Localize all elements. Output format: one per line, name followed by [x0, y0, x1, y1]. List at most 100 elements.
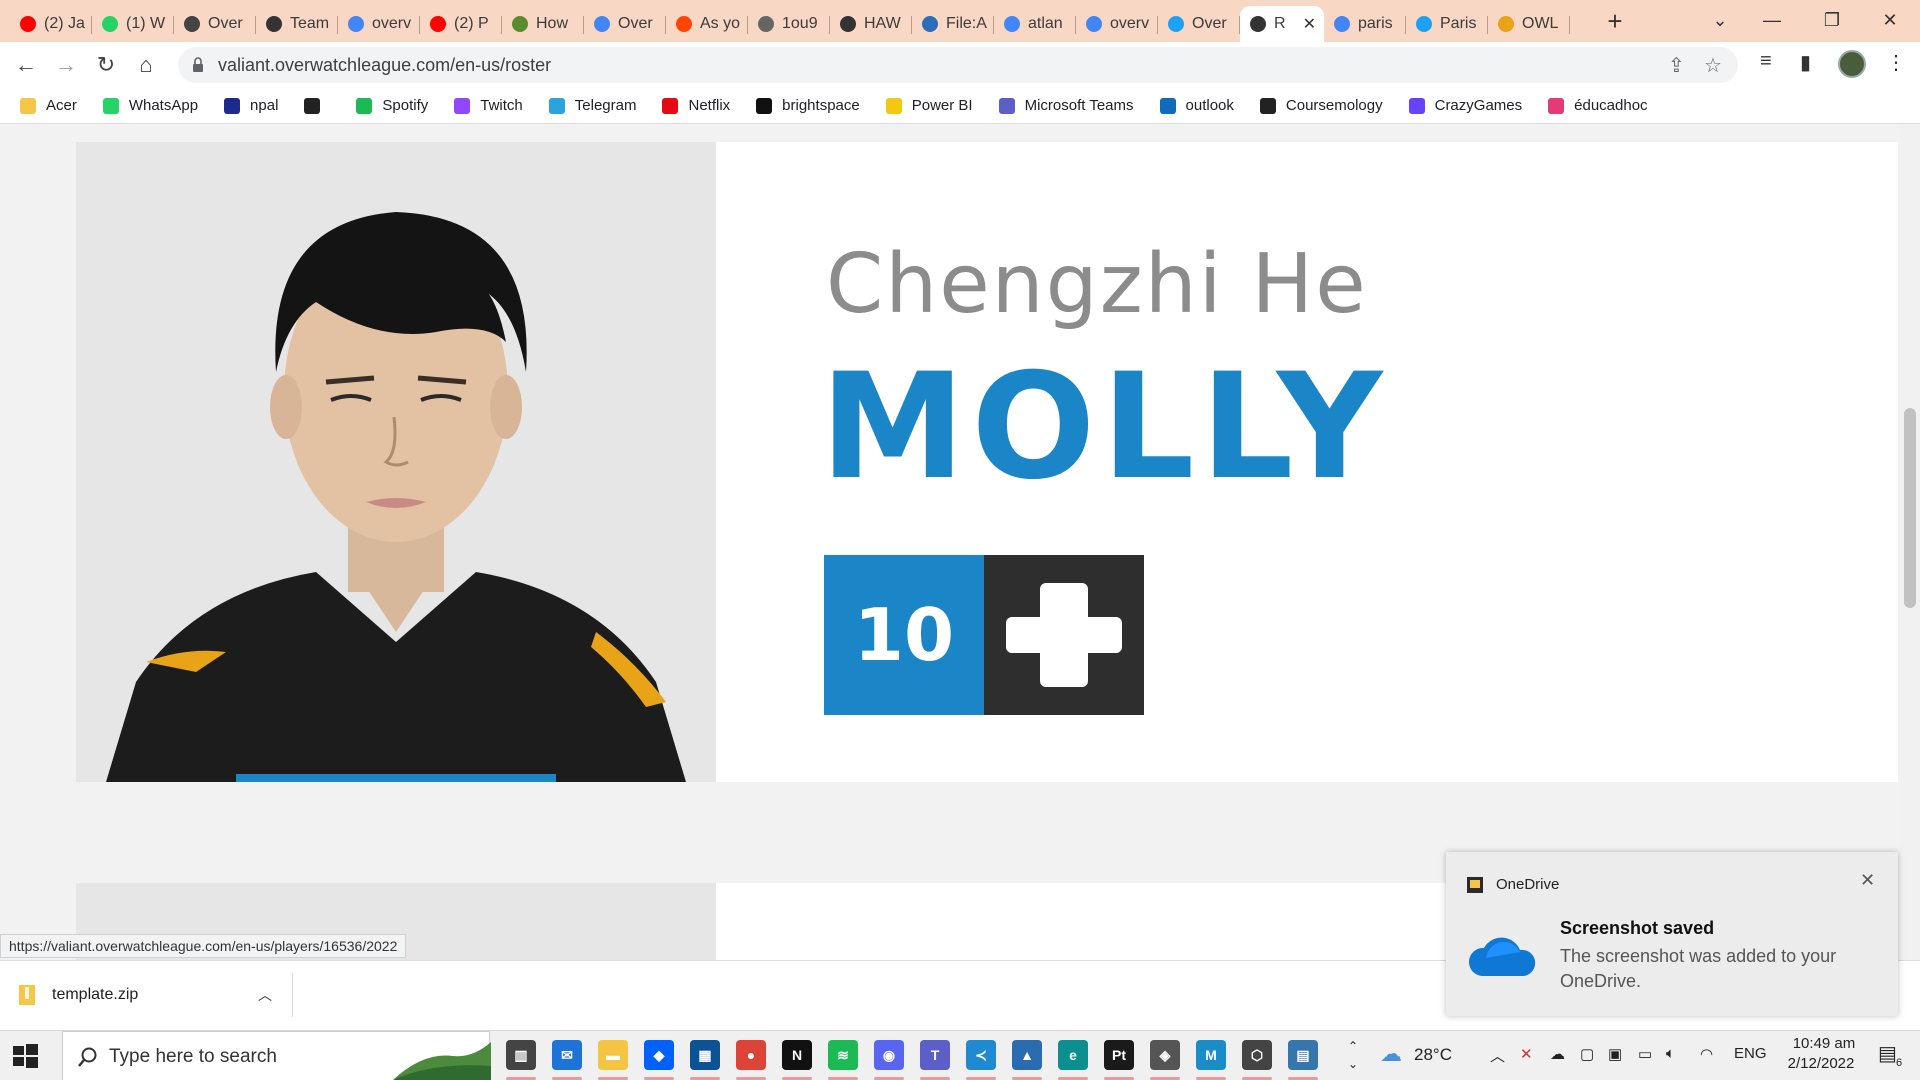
volume-icon[interactable]: 🔈︎: [1666, 1045, 1675, 1062]
address-bar[interactable]: valiant.overwatchleague.com/en-us/roster…: [178, 47, 1738, 83]
close-window-button[interactable]: ✕: [1870, 4, 1910, 36]
player-card[interactable]: Chengzhi He MOLLY 10: [76, 142, 1898, 782]
close-tab-icon[interactable]: ✕: [1303, 14, 1316, 34]
onedrive-notification[interactable]: OneDrive ✕ Screenshot saved The screensh…: [1446, 852, 1898, 1016]
home-button[interactable]: ⌂: [130, 49, 162, 81]
bookmark-item[interactable]: outlook: [1159, 97, 1234, 114]
page-scrollbar[interactable]: [1900, 124, 1920, 960]
bookmark-item[interactable]: [304, 97, 330, 114]
media-control-icon[interactable]: ≡: [1760, 50, 1772, 73]
windows-start-button[interactable]: [10, 1041, 50, 1071]
show-hidden-icons-icon[interactable]: ︿: [1490, 1045, 1505, 1066]
m-app-icon[interactable]: M: [1196, 1040, 1226, 1070]
browser-tab[interactable]: Over: [584, 9, 666, 39]
download-filename[interactable]: template.zip: [52, 986, 138, 1004]
bookmark-item[interactable]: Power BI: [885, 97, 973, 114]
browser-tab[interactable]: (1) W: [92, 9, 174, 39]
side-panel-icon[interactable]: ▮: [1800, 50, 1811, 75]
browser-tab[interactable]: (2) P: [420, 9, 502, 39]
bookmark-item[interactable]: CrazyGames: [1408, 97, 1522, 114]
close-icon[interactable]: ✕: [1860, 870, 1875, 891]
chevron-up-icon[interactable]: ︿: [258, 985, 272, 1005]
mail-icon[interactable]: ✉: [552, 1040, 582, 1070]
bookmark-item[interactable]: Telegram: [548, 97, 636, 114]
new-tab-button[interactable]: +: [1600, 6, 1630, 36]
temperature-text[interactable]: 28°C: [1414, 1045, 1452, 1065]
onedrive-tray-icon[interactable]: ☁: [1550, 1045, 1565, 1063]
bookmark-item[interactable]: brightspace: [756, 97, 860, 114]
clock-date[interactable]: 2/12/2022: [1776, 1055, 1866, 1072]
clock-time[interactable]: 10:49 am: [1784, 1035, 1864, 1052]
browser-tab[interactable]: atlan: [994, 9, 1076, 39]
back-button[interactable]: ←: [10, 49, 42, 81]
unity-hub-icon[interactable]: ⬡: [1242, 1040, 1272, 1070]
browser-tab[interactable]: HAW: [830, 9, 912, 39]
unity-icon[interactable]: ◈: [1150, 1040, 1180, 1070]
forward-button[interactable]: →: [50, 49, 82, 81]
python-icon[interactable]: ▤: [1288, 1040, 1318, 1070]
bookmark-item[interactable]: npal: [224, 97, 278, 114]
task-view-icon[interactable]: ▥: [506, 1040, 536, 1070]
browser-tab[interactable]: Over: [1158, 9, 1240, 39]
browser-tab[interactable]: paris: [1324, 9, 1406, 39]
bookmark-item[interactable]: WhatsApp: [102, 97, 198, 114]
bookmark-item[interactable]: Acer: [20, 97, 77, 114]
vscode-icon[interactable]: ≺: [966, 1040, 996, 1070]
store-icon[interactable]: ▦: [690, 1040, 720, 1070]
bookmark-item[interactable]: Coursemology: [1259, 97, 1383, 114]
edge-icon[interactable]: e: [1058, 1040, 1088, 1070]
bookmark-item[interactable]: éducadhoc: [1548, 97, 1648, 114]
spotify-icon[interactable]: ≋: [828, 1040, 858, 1070]
chrome-icon[interactable]: ●: [736, 1040, 766, 1070]
file-explorer-icon[interactable]: ▬: [598, 1040, 628, 1070]
taskbar-search-box[interactable]: Type here to search: [62, 1031, 491, 1080]
browser-tab[interactable]: File:A: [912, 9, 994, 39]
netflix-icon[interactable]: N: [782, 1040, 812, 1070]
browser-tab[interactable]: overv: [338, 9, 420, 39]
menu-icon[interactable]: ⋮: [1886, 50, 1906, 75]
meet-now-icon[interactable]: ▣: [1608, 1045, 1622, 1063]
bookmark-item[interactable]: Spotify: [356, 97, 428, 114]
dropbox-icon[interactable]: ◆: [644, 1040, 674, 1070]
restore-button[interactable]: ❐: [1812, 4, 1852, 36]
photos-icon[interactable]: ▲: [1012, 1040, 1042, 1070]
profile-avatar[interactable]: [1838, 50, 1866, 78]
teams-icon[interactable]: T: [920, 1040, 950, 1070]
bookmark-item[interactable]: Twitch: [454, 97, 523, 114]
scrollbar-thumb[interactable]: [1904, 408, 1916, 608]
wifi-icon[interactable]: ◠: [1700, 1045, 1713, 1063]
chevron-down-icon[interactable]: ⌄: [1348, 1057, 1358, 1071]
search-placeholder[interactable]: Type here to search: [109, 1046, 277, 1068]
browser-tab[interactable]: How: [502, 9, 584, 39]
twitter-icon: [1416, 16, 1432, 32]
bookmark-item[interactable]: Netflix: [662, 97, 730, 114]
device-icon[interactable]: ▢: [1580, 1045, 1594, 1063]
reload-button[interactable]: ↻: [90, 49, 122, 81]
browser-tab[interactable]: Paris: [1406, 9, 1488, 39]
browser-tab[interactable]: OWL: [1488, 9, 1570, 39]
chevron-up-icon[interactable]: ⌃: [1348, 1039, 1358, 1053]
download-item[interactable]: template.zip ︿: [18, 973, 293, 1017]
language-indicator[interactable]: ENG: [1734, 1045, 1767, 1062]
bookmark-star-icon[interactable]: ☆: [1704, 53, 1722, 78]
browser-tab[interactable]: overv: [1076, 9, 1158, 39]
browser-tab[interactable]: As yo: [666, 9, 748, 39]
tab-search-button[interactable]: ⌄: [1700, 4, 1740, 36]
minimize-button[interactable]: —: [1752, 4, 1792, 36]
browser-tab[interactable]: Over: [174, 9, 256, 39]
browser-tab[interactable]: Team: [256, 9, 338, 39]
pycharm-icon[interactable]: Pt: [1104, 1040, 1134, 1070]
browser-tab[interactable]: (2) Ja: [10, 9, 92, 39]
discord-icon[interactable]: ◉: [874, 1040, 904, 1070]
lock-icon[interactable]: [192, 57, 204, 78]
notification-center-icon[interactable]: ▤: [1878, 1041, 1897, 1066]
network-warning-icon[interactable]: ✕: [1520, 1045, 1533, 1063]
url-text[interactable]: valiant.overwatchleague.com/en-us/roster: [218, 55, 551, 76]
share-icon[interactable]: ⇪: [1668, 53, 1685, 78]
browser-tab[interactable]: R ✕: [1240, 6, 1324, 42]
team-icon: [840, 16, 856, 32]
battery-icon[interactable]: ▭: [1638, 1045, 1652, 1063]
browser-tab[interactable]: 1ou9: [748, 9, 830, 39]
bookmark-item[interactable]: Microsoft Teams: [998, 97, 1134, 114]
weather-cloud-icon[interactable]: ☁: [1380, 1041, 1402, 1067]
